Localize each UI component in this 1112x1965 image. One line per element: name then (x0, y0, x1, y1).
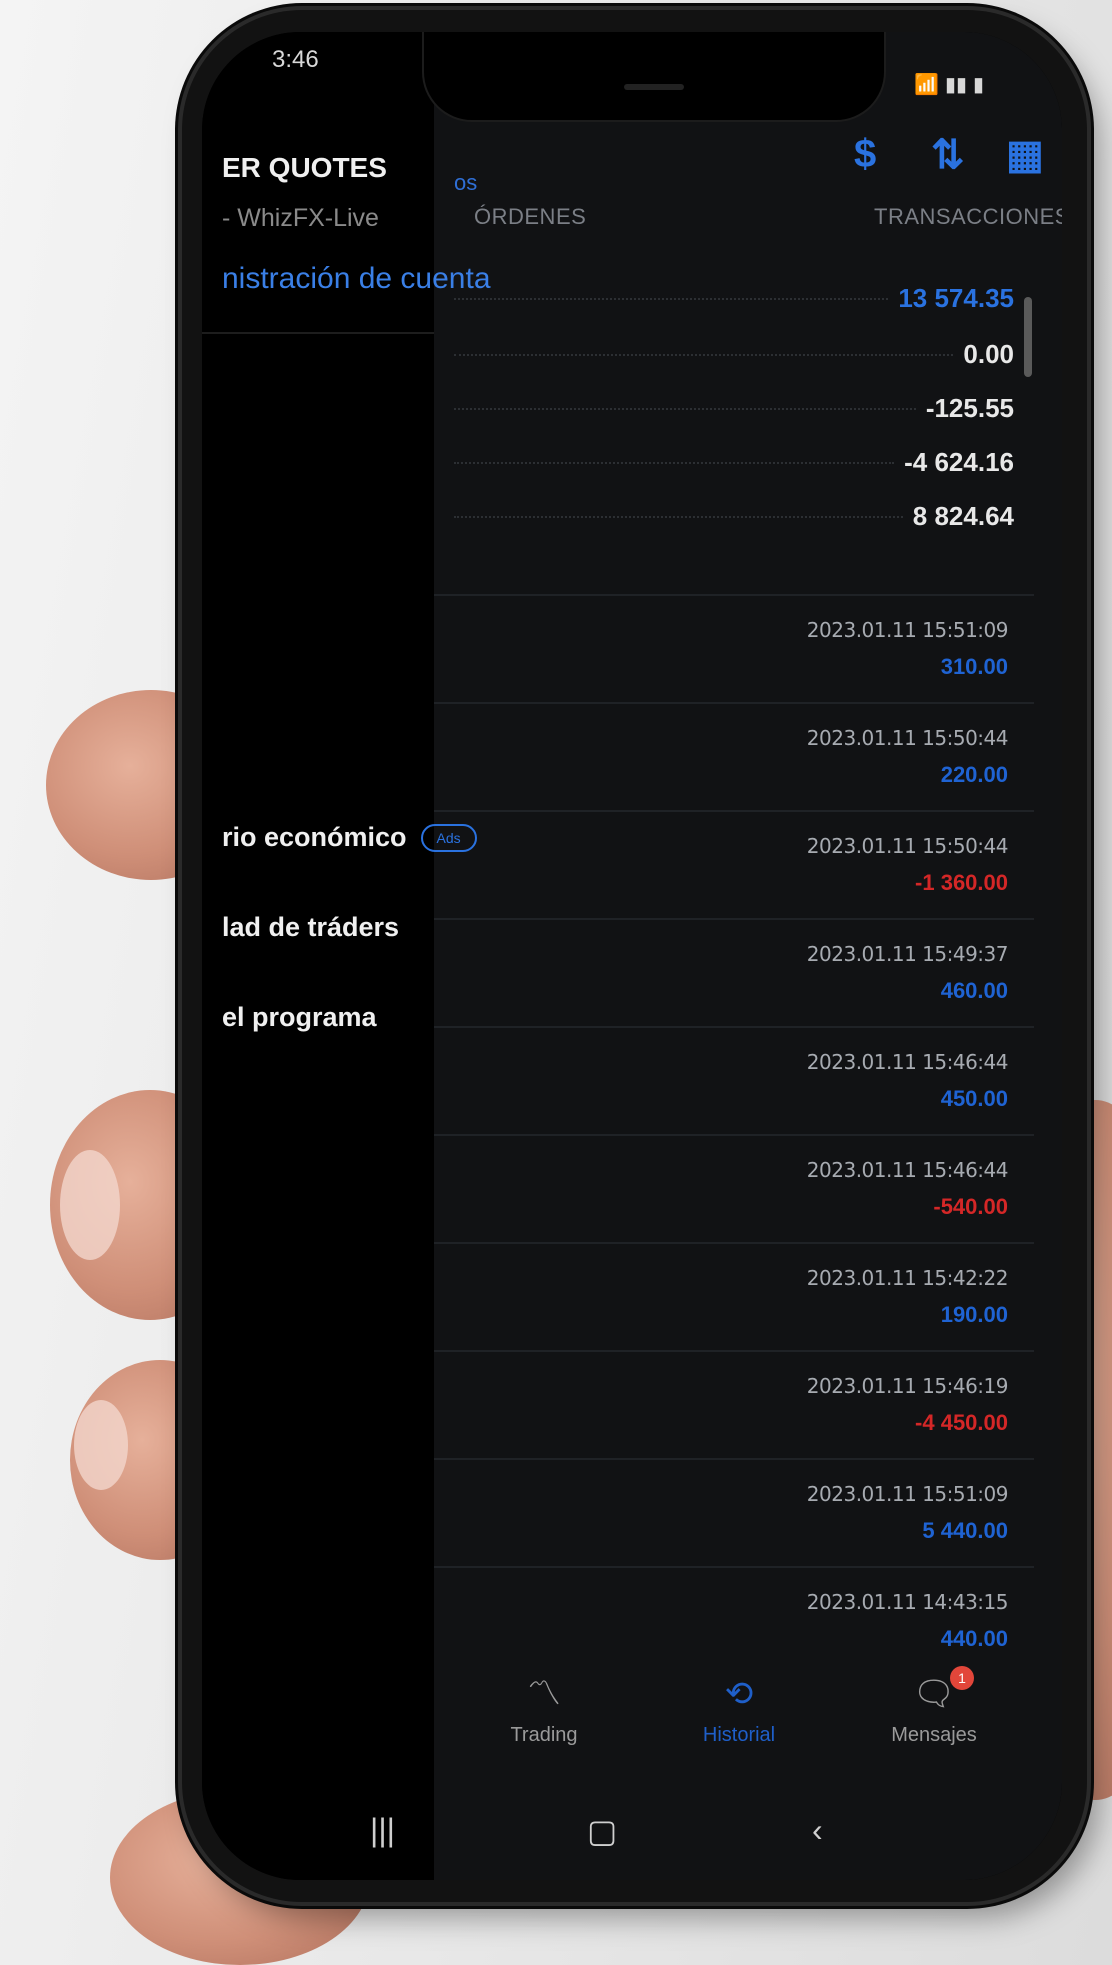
deal-amount: 220.00 (940, 762, 1008, 787)
menu-item-label: lad de tráders (222, 912, 400, 942)
home-icon[interactable]: ▢ (587, 1812, 617, 1850)
battery-icon: ▮ (972, 74, 984, 96)
signal-icon: ▮▮ (944, 74, 967, 96)
deal-time: 2023.01.11 15:46:19 (806, 1374, 1009, 1398)
deal-row[interactable]: 2023.01.11 15:51:09 310.00 (434, 594, 1034, 704)
account-management-link[interactable]: nistración de cuenta (222, 262, 491, 296)
history-panel: os $ ⇅ ▦ ÓRDENES TRANSACCIONES 13 574.35… (434, 32, 1062, 1880)
calendar-icon[interactable]: ▦ (1006, 132, 1044, 178)
dotted-leader (454, 297, 889, 300)
phone-screen: 3:46 📶 ▮▮ ▮ os $ ⇅ ▦ ÓRDENES TRANSACCION… (202, 32, 1062, 1880)
menu-item-about[interactable]: el programa (222, 1002, 377, 1033)
menu-item-label: rio económico (222, 822, 407, 852)
menu-item-traders-community[interactable]: lad de tráders (222, 912, 399, 943)
ads-badge: Ads (420, 823, 477, 852)
deal-time: 2023.01.11 14:43:15 (806, 1590, 1009, 1614)
status-icons: 📶 ▮▮ ▮ (914, 72, 984, 97)
phone-frame: 3:46 📶 ▮▮ ▮ os $ ⇅ ▦ ÓRDENES TRANSACCION… (182, 10, 1087, 1902)
dotted-leader (454, 461, 895, 464)
summary-value: 8 824.64 (912, 500, 1014, 531)
deal-amount: -4 450.00 (915, 1410, 1008, 1435)
currency-swap-icon[interactable]: $ (854, 132, 876, 177)
deal-amount: 440.00 (940, 1626, 1008, 1651)
summary-value: 0.00 (963, 338, 1014, 369)
nav-label: Historial (702, 1724, 776, 1746)
fingernail (74, 1400, 128, 1490)
deal-row[interactable]: 2023.01.11 15:51:09 5 440.00 (434, 1458, 1034, 1568)
deal-time: 2023.01.11 15:42:22 (806, 1266, 1009, 1290)
deal-time: 2023.01.11 15:51:09 (806, 618, 1009, 642)
deal-time: 2023.01.11 15:50:44 (806, 834, 1009, 858)
drawer-title: ER QUOTES (222, 152, 387, 183)
summary-value: -125.55 (925, 392, 1014, 423)
summary-value: -4 624.16 (904, 446, 1014, 477)
wifi-icon: 📶 (914, 74, 939, 96)
summary-row: 0.00 (454, 324, 1014, 384)
deal-time: 2023.01.11 15:46:44 (806, 1050, 1009, 1074)
dotted-leader (454, 515, 903, 518)
bottom-nav: 〽 Trading ⟲ Historial 🗨 1 Mensajes (434, 1666, 1062, 1782)
deal-row[interactable]: 2023.01.11 15:46:44 450.00 (434, 1026, 1034, 1136)
dotted-leader (454, 353, 954, 356)
nav-historial[interactable]: ⟲ Historial (669, 1672, 809, 1747)
deal-time: 2023.01.11 15:50:44 (806, 726, 1009, 750)
deal-amount: 190.00 (940, 1302, 1008, 1327)
tab-positions-partial[interactable]: os (454, 170, 477, 196)
unread-badge: 1 (950, 1666, 974, 1690)
menu-item-label: el programa (222, 1002, 377, 1032)
deal-amount: 5 440.00 (922, 1518, 1008, 1543)
deal-amount: 450.00 (940, 1086, 1008, 1111)
sort-icon[interactable]: ⇅ (931, 132, 965, 178)
summary-row: 8 824.64 (454, 486, 1014, 546)
summary-row: -125.55 (454, 378, 1014, 438)
deal-time: 2023.01.11 15:46:44 (806, 1158, 1009, 1182)
nav-mensajes[interactable]: 🗨 1 Mensajes (864, 1666, 1004, 1747)
deal-amount: 310.00 (940, 654, 1008, 679)
menu-item-economic-calendar[interactable]: rio económico Ads (222, 822, 477, 853)
chart-line-icon: 〽 (527, 1675, 561, 1713)
deal-row[interactable]: 2023.01.11 15:42:22 190.00 (434, 1242, 1034, 1352)
photo-stage: 3:46 📶 ▮▮ ▮ os $ ⇅ ▦ ÓRDENES TRANSACCION… (0, 0, 1112, 1965)
camera-notch (422, 32, 886, 122)
deal-row[interactable]: 2023.01.11 15:50:44 220.00 (434, 702, 1034, 812)
deal-amount: -1 360.00 (915, 870, 1008, 895)
nav-label: Trading (510, 1724, 578, 1746)
summary-row: 13 574.35 (454, 268, 1014, 328)
nav-trading[interactable]: 〽 Trading (474, 1672, 614, 1747)
deal-row[interactable]: 2023.01.11 15:46:44 -540.00 (434, 1134, 1034, 1244)
system-nav-bar: ||| ▢ ‹ (202, 1812, 1062, 1872)
recent-apps-icon[interactable]: ||| (370, 1812, 395, 1849)
status-time: 3:46 (272, 46, 319, 73)
scrollbar[interactable] (1024, 297, 1032, 377)
deal-row[interactable]: 2023.01.11 15:49:37 460.00 (434, 918, 1034, 1028)
history-icon: ⟲ (724, 1675, 754, 1713)
deal-amount: -540.00 (933, 1194, 1008, 1219)
dotted-leader (454, 407, 916, 410)
side-drawer: ER QUOTES - WhizFX-Live rio económico Ad… (202, 32, 477, 1880)
deal-row[interactable]: 2023.01.11 15:50:44 -1 360.00 (434, 810, 1034, 920)
chat-icon: 🗨 (912, 1675, 956, 1713)
summary-value: 13 574.35 (898, 282, 1014, 313)
drawer-account-server: - WhizFX-Live (222, 204, 379, 232)
deal-amount: 460.00 (940, 978, 1008, 1003)
deal-time: 2023.01.11 15:49:37 (806, 942, 1009, 966)
tab-transactions[interactable]: TRANSACCIONES (874, 204, 1062, 230)
earpiece-speaker (624, 84, 684, 90)
nav-label: Mensajes (891, 1724, 977, 1746)
tab-orders[interactable]: ÓRDENES (474, 204, 586, 230)
fingernail (60, 1150, 120, 1260)
deal-row[interactable]: 2023.01.11 15:46:19 -4 450.00 (434, 1350, 1034, 1460)
deal-time: 2023.01.11 15:51:09 (806, 1482, 1009, 1506)
back-icon[interactable]: ‹ (812, 1812, 823, 1849)
summary-row: -4 624.16 (454, 432, 1014, 492)
drawer-divider (202, 332, 434, 334)
deal-row[interactable]: 2023.01.11 14:43:15 440.00 (434, 1566, 1034, 1676)
